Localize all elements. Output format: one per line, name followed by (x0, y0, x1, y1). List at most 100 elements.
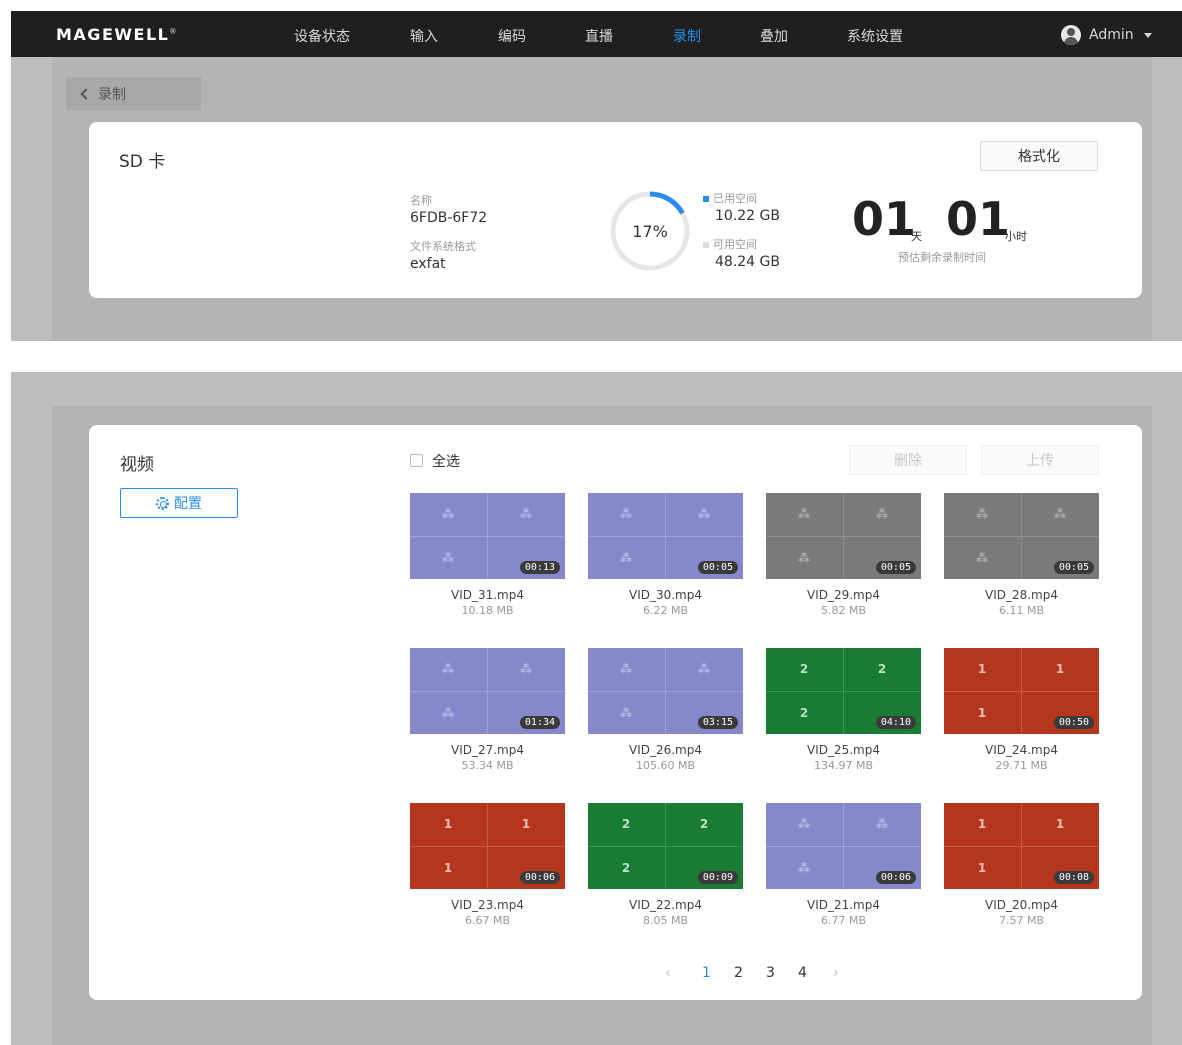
video-file-name[interactable]: VID_29.mp4 (766, 588, 921, 602)
quadrant-mark: ⁂ (441, 551, 455, 565)
video-file-size: 5.82 MB (820, 604, 867, 617)
pagination-page-1[interactable]: 1 (702, 965, 711, 981)
upload-button[interactable]: 上传 (981, 445, 1099, 475)
video-thumbnail[interactable]: ⁂ ⁂ ⁂ 00:05 (766, 493, 921, 579)
video-thumbnail[interactable]: ⁂ ⁂ ⁂ 01:34 (410, 648, 565, 734)
delete-button[interactable]: 删除 (849, 445, 967, 475)
config-button[interactable]: 配置 (120, 488, 238, 518)
quadrant-mark: ⁂ (697, 662, 711, 676)
brand-logo[interactable]: MAGEWELL® (56, 25, 178, 44)
video-thumbnail[interactable]: ⁂ ⁂ ⁂ 03:15 (588, 648, 743, 734)
video-tile[interactable]: ⁂ ⁂ ⁂ 00:05 VID_28.mp4 6.11 MB (944, 493, 1099, 617)
remaining-days: 01 (852, 192, 917, 246)
video-thumbnail[interactable]: 2 2 2 04:10 (766, 648, 921, 734)
pagination-page-2[interactable]: 2 (734, 965, 743, 981)
quadrant-mark: 1 (977, 706, 987, 720)
video-tile[interactable]: 2 2 2 04:10 VID_25.mp4 134.97 MB (766, 648, 921, 772)
video-file-name[interactable]: VID_26.mp4 (588, 743, 743, 757)
user-menu[interactable]: Admin (1061, 25, 1152, 45)
video-tile[interactable]: ⁂ ⁂ ⁂ 01:34 VID_27.mp4 53.34 MB (410, 648, 565, 772)
pagination-page-3[interactable]: 3 (766, 965, 775, 981)
pagination-prev[interactable]: ‹ (665, 965, 671, 981)
video-tile[interactable]: ⁂ ⁂ ⁂ 00:06 VID_21.mp4 6.77 MB (766, 803, 921, 927)
select-all-checkbox[interactable] (410, 454, 423, 467)
filesystem-value: exfat (410, 256, 446, 272)
pagination-page-4[interactable]: 4 (798, 965, 807, 981)
video-file-name[interactable]: VID_31.mp4 (410, 588, 565, 602)
quadrant-mark: 2 (799, 706, 809, 720)
used-space-value: 10.22 GB (715, 208, 780, 224)
sd-card-panel: MAGEWELL® 设备状态 输入 编码 直播 录制 叠加 系统设置 Admin… (11, 11, 1182, 341)
video-duration: 00:08 (1053, 871, 1094, 884)
quadrant-mark: 1 (1055, 662, 1065, 676)
nav-item-overlay[interactable]: 叠加 (760, 26, 788, 46)
nav-item-system-settings[interactable]: 系统设置 (847, 26, 903, 46)
quadrant-mark: ⁂ (975, 507, 989, 521)
video-thumbnail[interactable]: 1 1 1 00:50 (944, 648, 1099, 734)
video-file-name[interactable]: VID_23.mp4 (410, 898, 565, 912)
nav-item-input[interactable]: 输入 (410, 26, 438, 46)
quadrant-mark: ⁂ (619, 662, 633, 676)
quadrant-mark: ⁂ (797, 817, 811, 831)
available-space-label: 可用空间 (703, 236, 757, 252)
nav-item-live[interactable]: 直播 (585, 26, 613, 46)
video-thumbnail[interactable]: 1 1 1 00:06 (410, 803, 565, 889)
quadrant-mark: ⁂ (975, 551, 989, 565)
video-tile[interactable]: 1 1 1 00:50 VID_24.mp4 29.71 MB (944, 648, 1099, 772)
format-button[interactable]: 格式化 (980, 141, 1098, 171)
video-thumbnail[interactable]: 1 1 1 00:08 (944, 803, 1099, 889)
video-file-name[interactable]: VID_28.mp4 (944, 588, 1099, 602)
video-thumbnail[interactable]: ⁂ ⁂ ⁂ 00:05 (944, 493, 1099, 579)
video-file-size: 105.60 MB (635, 759, 696, 772)
quadrant-mark: ⁂ (441, 507, 455, 521)
video-file-name[interactable]: VID_25.mp4 (766, 743, 921, 757)
quadrant-mark: 1 (443, 861, 453, 875)
grid-divider (766, 846, 921, 847)
video-thumbnail[interactable]: ⁂ ⁂ ⁂ 00:13 (410, 493, 565, 579)
video-tile[interactable]: ⁂ ⁂ ⁂ 00:05 VID_29.mp4 5.82 MB (766, 493, 921, 617)
pagination-next[interactable]: › (833, 965, 839, 981)
video-duration: 00:05 (875, 561, 916, 574)
quadrant-mark: 1 (1055, 817, 1065, 831)
video-thumbnail[interactable]: ⁂ ⁂ ⁂ 00:05 (588, 493, 743, 579)
quadrant-mark: ⁂ (797, 861, 811, 875)
video-duration: 03:15 (697, 716, 738, 729)
grid-divider (410, 846, 565, 847)
video-file-size: 7.57 MB (998, 914, 1045, 927)
grid-divider (944, 846, 1099, 847)
nav-item-record[interactable]: 录制 (673, 26, 701, 46)
back-button[interactable]: 录制 (66, 77, 201, 110)
video-duration: 00:50 (1053, 716, 1094, 729)
nav-item-device-status[interactable]: 设备状态 (294, 26, 350, 46)
quadrant-mark: ⁂ (441, 706, 455, 720)
video-thumbnail[interactable]: ⁂ ⁂ ⁂ 00:06 (766, 803, 921, 889)
gear-icon (156, 496, 169, 510)
video-tile[interactable]: 1 1 1 00:08 VID_20.mp4 7.57 MB (944, 803, 1099, 927)
video-file-name[interactable]: VID_22.mp4 (588, 898, 743, 912)
caret-down-icon (1143, 32, 1152, 38)
video-file-name[interactable]: VID_21.mp4 (766, 898, 921, 912)
video-file-name[interactable]: VID_27.mp4 (410, 743, 565, 757)
used-space-label: 已用空间 (703, 190, 757, 206)
nav-item-encode[interactable]: 编码 (498, 26, 526, 46)
quadrant-mark: 1 (443, 817, 453, 831)
video-duration: 00:05 (1053, 561, 1094, 574)
video-duration: 01:34 (519, 716, 560, 729)
video-tile[interactable]: ⁂ ⁂ ⁂ 00:13 VID_31.mp4 10.18 MB (410, 493, 565, 617)
video-tile[interactable]: ⁂ ⁂ ⁂ 03:15 VID_26.mp4 105.60 MB (588, 648, 743, 772)
video-file-name[interactable]: VID_20.mp4 (944, 898, 1099, 912)
video-file-name[interactable]: VID_30.mp4 (588, 588, 743, 602)
quadrant-mark: 2 (877, 662, 887, 676)
select-all-label[interactable]: 全选 (432, 451, 460, 471)
chevron-left-icon (80, 87, 92, 100)
quadrant-mark: ⁂ (875, 817, 889, 831)
video-tile[interactable]: 2 2 2 00:09 VID_22.mp4 8.05 MB (588, 803, 743, 927)
available-space-value: 48.24 GB (715, 254, 780, 270)
video-thumbnail[interactable]: 2 2 2 00:09 (588, 803, 743, 889)
grid-divider (944, 536, 1099, 537)
video-tile[interactable]: ⁂ ⁂ ⁂ 00:05 VID_30.mp4 6.22 MB (588, 493, 743, 617)
video-file-name[interactable]: VID_24.mp4 (944, 743, 1099, 757)
video-file-size: 53.34 MB (461, 759, 514, 772)
user-avatar-icon (1061, 25, 1081, 45)
video-tile[interactable]: 1 1 1 00:06 VID_23.mp4 6.67 MB (410, 803, 565, 927)
